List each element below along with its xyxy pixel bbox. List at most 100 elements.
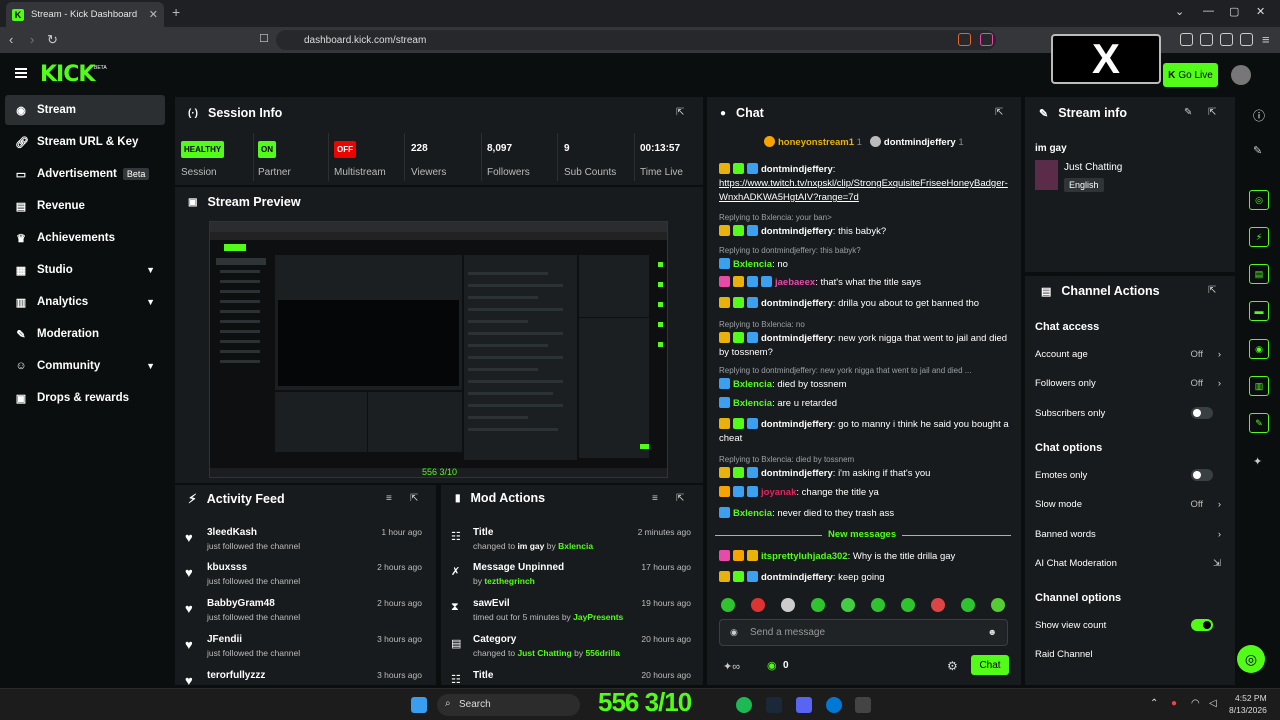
mod-user[interactable]: Bxlencia [558, 541, 593, 551]
follower-name[interactable]: JFendii [207, 634, 242, 645]
filter-icon[interactable]: ≡ [652, 493, 658, 504]
send-chat-button[interactable]: Chat [971, 655, 1009, 675]
slow-mode-row[interactable]: Slow mode Off › [1035, 499, 1225, 510]
chat-username[interactable]: Bxlencia [733, 379, 772, 390]
emoji-icon[interactable]: ☻ [988, 627, 997, 637]
info-icon[interactable]: ⓘ [1253, 107, 1265, 124]
emote-icon[interactable] [721, 598, 735, 612]
close-tab-icon[interactable]: ✕ [149, 8, 158, 21]
popout-icon[interactable]: ⇱ [676, 107, 684, 118]
sidebar-item-community[interactable]: ☺ Community ▼ [5, 351, 165, 381]
popout-icon[interactable]: ⇱ [410, 493, 418, 504]
avatar[interactable] [1231, 65, 1251, 85]
wallet-icon[interactable] [1200, 33, 1213, 46]
url-field[interactable]: dashboard.kick.com/stream [276, 30, 996, 50]
raid-channel-row[interactable]: Raid Channel [1035, 649, 1225, 660]
chat-username[interactable]: dontmindjeffery [761, 298, 833, 309]
pencil-icon[interactable]: ✎ [1253, 144, 1262, 157]
chat-username[interactable]: Bxlencia [733, 508, 772, 519]
volume-icon[interactable]: ◁ [1209, 698, 1217, 709]
follower-name[interactable]: BabbyGram48 [207, 598, 275, 609]
chat-username[interactable]: dontmindjeffery [761, 572, 833, 583]
microphone-icon[interactable]: ● [1171, 698, 1177, 709]
follower-name[interactable]: 3leedKash [207, 527, 257, 538]
document-icon[interactable]: ▤ [1249, 264, 1269, 284]
chat-text[interactable]: https://www.twitch.tv/nxpskl/clip/Strong… [719, 178, 1008, 203]
sidebar-item-revenue[interactable]: ▤ Revenue [5, 191, 165, 221]
close-window-icon[interactable]: ✕ [1256, 5, 1265, 18]
brave-shield-icon[interactable] [958, 33, 971, 46]
mod-user[interactable]: 556drilla [585, 648, 620, 658]
app-icon[interactable] [855, 697, 871, 713]
gear-icon[interactable]: ⚙ [947, 659, 958, 673]
popout-icon[interactable]: ⇱ [1208, 285, 1216, 296]
vpn-icon[interactable] [1240, 33, 1253, 46]
emote-icon[interactable] [751, 598, 765, 612]
subscribers-only-toggle[interactable] [1191, 407, 1213, 419]
new-messages-label[interactable]: New messages [822, 529, 903, 540]
emote-icon[interactable] [991, 598, 1005, 612]
popout-icon[interactable]: ⇱ [995, 107, 1003, 118]
emote-icon[interactable] [901, 598, 915, 612]
sidebar-icon[interactable] [1180, 33, 1193, 46]
steam-icon[interactable] [766, 697, 782, 713]
emote-icon[interactable] [931, 598, 945, 612]
emotes-only-toggle[interactable] [1191, 469, 1213, 481]
chat-username[interactable]: Bxlencia [733, 398, 772, 409]
chat-username[interactable]: jaebaeex [775, 277, 815, 288]
chat-username[interactable]: dontmindjeffery [761, 333, 833, 344]
top-gifter-name[interactable]: honeyonstream1 [778, 137, 854, 148]
show-view-count-toggle[interactable] [1191, 619, 1213, 631]
forward-icon[interactable]: › [30, 32, 34, 47]
stream-category[interactable]: Just Chatting [1064, 162, 1122, 173]
emote-icon[interactable] [781, 598, 795, 612]
chat-username[interactable]: dontmindjeffery [761, 226, 833, 237]
sidebar-item-drops-rewards[interactable]: ▣ Drops & rewards [5, 383, 165, 413]
emotes-icon[interactable]: ✦ [1253, 455, 1262, 468]
sidebar-item-analytics[interactable]: ▥ Analytics ▼ [5, 287, 165, 317]
sidebar-item-studio[interactable]: ▦ Studio ▼ [5, 255, 165, 285]
followers-only-row[interactable]: Followers only Off › [1035, 378, 1225, 389]
hamburger-menu-icon[interactable] [15, 68, 27, 78]
clock-time[interactable]: 4:52 PM [1235, 693, 1267, 703]
stream-preview-video[interactable]: 556 3/10 [209, 221, 668, 478]
bookmark-icon[interactable]: ☐ [259, 32, 269, 45]
sidebar-item-achievements[interactable]: ♛ Achievements [5, 223, 165, 253]
spotify-icon[interactable] [736, 697, 752, 713]
lightning-icon[interactable]: ⚡︎ [1249, 227, 1269, 247]
edit-icon[interactable]: ✎ [1184, 107, 1192, 118]
clock-date[interactable]: 8/13/2026 [1229, 705, 1267, 715]
discord-icon[interactable] [796, 697, 812, 713]
account-age-row[interactable]: Account age Off › [1035, 349, 1225, 360]
rewards-icon[interactable] [980, 33, 993, 46]
emote-icon[interactable] [961, 598, 975, 612]
new-tab-icon[interactable]: + [172, 4, 180, 20]
popout-icon[interactable]: ⇱ [676, 493, 684, 504]
menu-icon[interactable]: ≡ [1262, 32, 1270, 47]
emote-icon[interactable] [811, 598, 825, 612]
wifi-icon[interactable]: ◠ [1191, 698, 1200, 709]
sidebar-item-advertisement[interactable]: ▭ Advertisement Beta [5, 159, 165, 189]
wrench-icon[interactable]: ✎ [1249, 413, 1269, 433]
chat-username[interactable]: dontmindjeffery [761, 419, 833, 430]
storage-icon[interactable]: ▥ [1249, 376, 1269, 396]
follower-name[interactable]: kbuxsss [207, 562, 247, 573]
minimize-icon[interactable]: — [1203, 5, 1214, 17]
help-button[interactable]: ◎ [1237, 645, 1265, 673]
emote-icon[interactable] [841, 598, 855, 612]
chat-username[interactable]: dontmindjeffery [761, 468, 833, 479]
popout-icon[interactable]: ⇱ [1208, 107, 1216, 118]
chat-bubble-icon[interactable]: ▬ [1249, 301, 1269, 321]
maximize-icon[interactable]: ▢ [1229, 5, 1239, 18]
sidebar-item-stream[interactable]: ◉ Stream [5, 95, 165, 125]
broadcast-icon[interactable]: ◉ [1249, 339, 1269, 359]
filter-icon[interactable]: ≡ [386, 493, 392, 504]
go-live-button[interactable]: K Go Live [1163, 63, 1218, 87]
mod-user[interactable]: JayPresents [573, 612, 623, 622]
chevron-down-icon[interactable]: ⌄ [1175, 5, 1184, 18]
chat-username[interactable]: itsprettyluhjada302 [761, 551, 848, 562]
kick-logo[interactable]: KICK [40, 62, 95, 87]
banned-words-row[interactable]: Banned words › [1035, 529, 1225, 540]
chat-username[interactable]: dontmindjeffery [761, 164, 833, 175]
taskbar-search[interactable]: ⌕ Search [437, 694, 580, 716]
